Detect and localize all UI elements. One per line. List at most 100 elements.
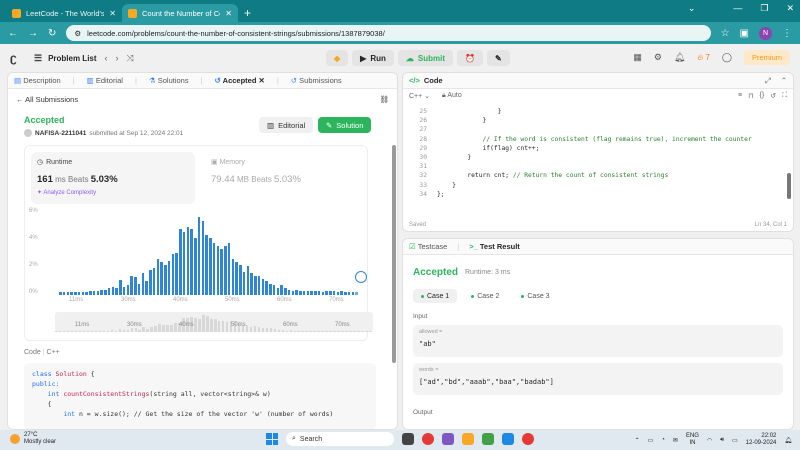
layout-icon[interactable]: ▦ (633, 52, 642, 63)
chart-bar[interactable] (212, 243, 216, 295)
forward-icon[interactable]: → (28, 28, 38, 39)
notes-button[interactable]: ✎ (486, 50, 510, 66)
chart-bar[interactable] (145, 281, 148, 295)
chart-bar[interactable] (70, 292, 73, 295)
chart-bar[interactable] (107, 288, 111, 295)
chart-bar[interactable] (190, 229, 193, 295)
copilot-icon[interactable] (442, 433, 454, 445)
chart-bar[interactable] (302, 290, 306, 295)
chart-bar[interactable] (257, 275, 261, 295)
editor-tab-label[interactable]: Code (424, 76, 443, 85)
edge-icon[interactable] (502, 433, 514, 445)
chart-bar[interactable] (246, 266, 250, 295)
minimize-icon[interactable]: — (733, 3, 742, 14)
chart-bar[interactable] (152, 267, 156, 295)
chart-bar[interactable] (250, 273, 253, 295)
chart-bar[interactable] (239, 264, 242, 295)
code-line[interactable]: 26 } (409, 116, 783, 125)
user-avatar-icon[interactable]: ◯ (722, 52, 732, 63)
chart-bar[interactable] (261, 278, 265, 295)
tab-solutions[interactable]: ⚗ Solutions (149, 76, 189, 85)
chart-bar[interactable] (265, 281, 268, 295)
chart-bar[interactable] (126, 285, 130, 295)
bookmark-icon[interactable]: ⊓ (748, 92, 753, 100)
chart-bar[interactable] (344, 292, 347, 295)
your-submission-marker[interactable] (355, 271, 367, 283)
code-line[interactable]: 27 (409, 125, 783, 134)
code-line[interactable]: 25 } (409, 107, 783, 116)
settings-icon[interactable]: ⚙ (654, 52, 662, 63)
left-scrollbar[interactable] (392, 145, 396, 363)
chart-bar[interactable] (164, 264, 167, 295)
chart-bar[interactable] (310, 290, 313, 295)
profile-avatar[interactable]: N (759, 26, 772, 40)
close-window-icon[interactable]: ✕ (786, 3, 794, 14)
close-tab-icon[interactable]: ✕ (259, 76, 265, 85)
code-line[interactable]: 28 // If the word is consistent (flag re… (409, 135, 783, 144)
chart-bar[interactable] (119, 279, 122, 295)
chart-bar[interactable] (186, 226, 190, 295)
code-line[interactable]: 32 return cnt; // Return the count of co… (409, 171, 783, 180)
chart-bar[interactable] (325, 290, 328, 295)
tray-app-icon[interactable]: ▭ (648, 437, 654, 444)
code-line[interactable]: 34}; (409, 190, 783, 199)
solution-button[interactable]: ✎ Solution (318, 117, 372, 133)
chrome-icon[interactable] (422, 433, 434, 445)
maximize-panel-icon[interactable]: ⤢ (765, 76, 771, 86)
submit-button[interactable]: ☁ Submit (397, 50, 453, 66)
chart-bar[interactable] (205, 234, 208, 295)
code-line[interactable]: 29 if(flag) cnt++; (409, 144, 783, 153)
chart-bar[interactable] (284, 288, 287, 295)
language-select[interactable]: C++ ⌄ (409, 92, 430, 100)
tray-app-icon[interactable]: ✉ (673, 437, 678, 444)
bookmark-star-icon[interactable]: ☆ (721, 28, 730, 39)
battery-icon[interactable]: ▭ (732, 437, 738, 444)
chart-bar[interactable] (100, 290, 103, 295)
chart-bar[interactable] (314, 290, 317, 295)
chart-bar[interactable] (299, 290, 302, 295)
code-line[interactable]: 33 } (409, 181, 783, 190)
task-view-icon[interactable] (402, 433, 414, 445)
minimize-panel-icon[interactable]: ⌃ (781, 76, 787, 86)
chart-bar[interactable] (81, 292, 85, 295)
chart-bar[interactable] (175, 252, 178, 295)
chart-bar[interactable] (227, 243, 231, 295)
close-icon[interactable]: ✕ (109, 9, 116, 18)
chart-bar[interactable] (231, 259, 235, 295)
tab-submissions[interactable]: ↺ Submissions (291, 76, 342, 85)
windows-start-icon[interactable] (266, 433, 278, 445)
code-line[interactable]: 30 } (409, 153, 783, 162)
chart-bar[interactable] (179, 229, 182, 295)
chart-bar[interactable] (280, 285, 283, 295)
editorial-button[interactable]: ▥ Editorial (259, 117, 314, 133)
wifi-icon[interactable]: ◠ (707, 437, 712, 444)
file-explorer-icon[interactable] (462, 433, 474, 445)
chart-bar[interactable] (104, 289, 107, 295)
run-button[interactable]: ▶ Run (352, 50, 394, 66)
browser-tab-problem[interactable]: Count the Number of Consistent ✕ (122, 4, 238, 22)
chart-bar[interactable] (254, 275, 257, 295)
timer-button[interactable]: ⏰ (456, 50, 483, 66)
weather-widget[interactable]: 27°C Mostly clear (10, 432, 56, 446)
streak-counter[interactable]: 🔥︎ 7 (697, 53, 710, 63)
clock[interactable]: 22:02 12-09-2024 (746, 433, 777, 447)
prev-problem-icon[interactable]: ‹ (105, 53, 108, 64)
tray-chevron-icon[interactable]: ⌃ (635, 437, 640, 444)
browser-tab-leetcode[interactable]: LeetCode - The World's Leadin ✕ (6, 4, 122, 22)
chart-bar[interactable] (209, 237, 212, 295)
chart-bar[interactable] (59, 292, 62, 295)
premium-button[interactable]: Premium (743, 50, 790, 65)
chart-bar[interactable] (134, 277, 137, 295)
chart-bar[interactable] (272, 285, 276, 295)
maximize-icon[interactable]: ❐ (760, 3, 768, 14)
code-line[interactable]: 31 (409, 162, 783, 171)
chart-bar[interactable] (197, 217, 201, 295)
chart-bar[interactable] (336, 292, 340, 295)
chart-bar[interactable] (235, 262, 238, 295)
tab-testcase[interactable]: ☑ Testcase (409, 242, 447, 251)
chart-bar[interactable] (194, 237, 197, 295)
chart-bar[interactable] (171, 254, 175, 295)
chart-bar[interactable] (85, 291, 88, 295)
runtime-card[interactable]: ◷ Runtime 161 ms Beats 5.03% ✦ Analyze Co… (31, 152, 195, 204)
taskbar-search[interactable]: ⌕ Search (286, 432, 394, 446)
